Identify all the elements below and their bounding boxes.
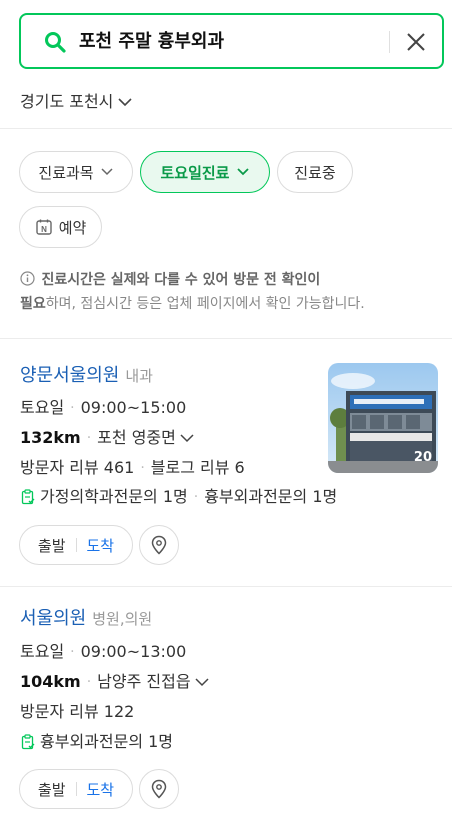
- filter-label: 토요일진료: [160, 163, 230, 182]
- filter-label: 진료과목: [38, 163, 94, 182]
- arrive-button[interactable]: 도착: [87, 779, 115, 800]
- blog-reviews[interactable]: 블로그 리뷰 6: [151, 456, 245, 480]
- search-icon: [45, 32, 66, 53]
- distance: 132km: [20, 428, 81, 447]
- map-pin-icon: [151, 535, 167, 555]
- separator-dot: ·: [86, 674, 92, 690]
- result-category: 병원,의원: [92, 610, 153, 628]
- specialist-count: 가정의학과전문의 1명: [40, 487, 188, 506]
- clipboard-icon: [21, 489, 35, 505]
- result-title[interactable]: 양문서울의원 내과: [20, 363, 153, 389]
- region-selector[interactable]: 경기도 포천시: [20, 90, 133, 114]
- chevron-down-icon: [118, 98, 132, 107]
- visitor-reviews[interactable]: 방문자 리뷰 122: [20, 700, 134, 724]
- hours-range: 09:00~15:00: [80, 398, 187, 417]
- separator-dot: ·: [70, 400, 75, 416]
- filter-open-now[interactable]: 진료중: [277, 151, 353, 193]
- separator-dot: ·: [140, 460, 145, 476]
- hours-range: 09:00~13:00: [80, 642, 187, 661]
- divider: [0, 338, 452, 339]
- result-specialists: 흉부외과전문의 1명: [20, 730, 173, 754]
- specialist-count: 흉부외과전문의 1명: [40, 732, 174, 751]
- map-pin-button[interactable]: [139, 769, 179, 809]
- result-reviews: 방문자 리뷰 461 · 블로그 리뷰 6: [20, 456, 245, 480]
- route-buttons: 출발 도착: [19, 525, 133, 565]
- filter-department[interactable]: 진료과목: [19, 151, 133, 193]
- route-separator: [75, 538, 77, 552]
- hours-day: 토요일: [20, 642, 65, 661]
- distance: 104km: [20, 672, 81, 691]
- separator-dot: ·: [70, 644, 75, 660]
- filter-label: 예약: [58, 218, 87, 237]
- result-location[interactable]: 104km · 남양주 진접읍: [20, 670, 210, 694]
- notice-bold: 진료시간은 실제와 다를 수 있어 방문 전 확인이: [41, 272, 321, 288]
- notice-text: 하며, 점심시간 등은 업체 페이지에서 확인 가능합니다.: [45, 296, 365, 312]
- svg-text:N: N: [41, 225, 47, 234]
- result-category: 내과: [125, 367, 153, 385]
- result-name[interactable]: 서울의원: [20, 608, 86, 629]
- result-hours: 토요일 · 09:00~15:00: [20, 396, 186, 420]
- result-location[interactable]: 132km · 포천 영중면: [20, 426, 195, 450]
- region-label: 경기도 포천시: [20, 92, 114, 111]
- depart-button[interactable]: 출발: [38, 535, 66, 556]
- location: 남양주 진접읍: [97, 672, 191, 691]
- chevron-down-icon: [101, 168, 113, 176]
- map-pin-icon: [151, 779, 167, 799]
- notice-bold: 필요: [20, 296, 46, 312]
- filter-label: 진료중: [294, 163, 336, 182]
- divider: [0, 586, 452, 587]
- result-photo[interactable]: 20: [328, 363, 438, 473]
- clipboard-icon: [21, 734, 35, 750]
- divider: [0, 128, 452, 129]
- hours-notice: 진료시간은 실제와 다를 수 있어 방문 전 확인이 필요하며, 점심시간 등은…: [20, 268, 440, 316]
- depart-button[interactable]: 출발: [38, 779, 66, 800]
- search-bar[interactable]: 포천 주말 흉부외과: [19, 13, 444, 69]
- result-name[interactable]: 양문서울의원: [20, 365, 119, 386]
- naver-booking-icon: N: [35, 219, 52, 235]
- info-icon: [20, 271, 35, 286]
- result-hours: 토요일 · 09:00~13:00: [20, 640, 186, 664]
- chevron-down-icon: [195, 678, 209, 687]
- search-divider: [389, 31, 390, 53]
- route-buttons: 출발 도착: [19, 769, 133, 809]
- result-title[interactable]: 서울의원 병원,의원: [20, 606, 152, 632]
- chevron-down-icon: [236, 168, 249, 176]
- result-specialists: 가정의학과전문의 1명 · 흉부외과전문의 1명: [20, 485, 337, 509]
- photo-count: 20: [413, 450, 432, 465]
- visitor-reviews[interactable]: 방문자 리뷰 461: [20, 456, 134, 480]
- filter-saturday[interactable]: 토요일진료: [140, 151, 270, 193]
- search-input[interactable]: 포천 주말 흉부외과: [79, 30, 224, 54]
- arrive-button[interactable]: 도착: [87, 535, 115, 556]
- location: 포천 영중면: [97, 428, 176, 447]
- filter-reservation[interactable]: N 예약: [19, 206, 102, 248]
- map-pin-button[interactable]: [139, 525, 179, 565]
- specialist-count: 흉부외과전문의 1명: [204, 487, 338, 506]
- route-separator: [75, 782, 77, 796]
- separator-dot: ·: [193, 489, 199, 505]
- hours-day: 토요일: [20, 398, 65, 417]
- separator-dot: ·: [86, 430, 92, 446]
- result-reviews: 방문자 리뷰 122: [20, 700, 134, 724]
- chevron-down-icon: [180, 434, 194, 443]
- close-icon[interactable]: [405, 31, 427, 53]
